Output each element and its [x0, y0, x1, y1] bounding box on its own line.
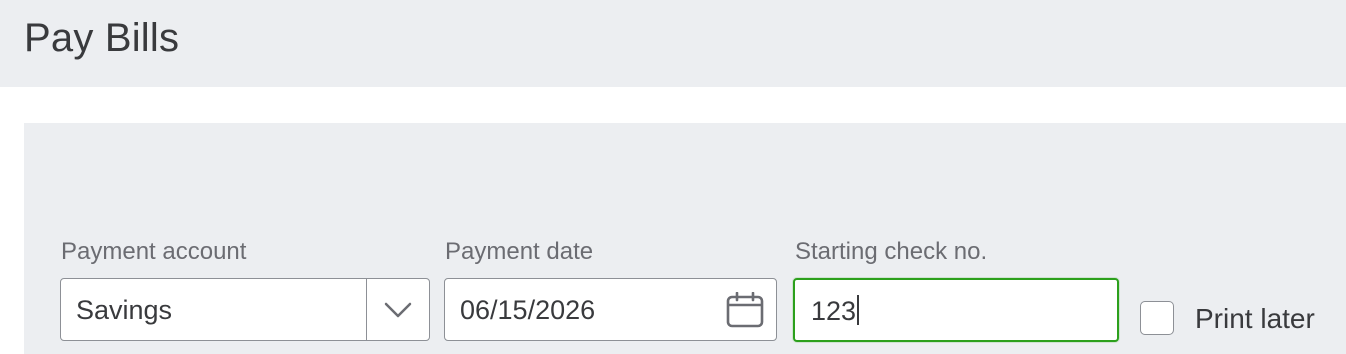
chevron-down-icon	[384, 302, 412, 317]
page-header: Pay Bills	[0, 0, 1346, 87]
starting-check-no-input[interactable]: 123	[793, 278, 1119, 342]
print-later-checkbox[interactable]	[1140, 301, 1174, 335]
payment-date-value: 06/15/2026	[460, 295, 596, 325]
payment-account-select[interactable]: Savings	[60, 278, 430, 341]
starting-check-no-value: 123	[811, 296, 857, 326]
payment-account-dropdown-button[interactable]	[366, 279, 429, 340]
payment-date-label: Payment date	[445, 238, 594, 265]
page-title: Pay Bills	[24, 16, 180, 60]
starting-check-no-label: Starting check no.	[795, 238, 988, 265]
print-later-label[interactable]: Print later	[1195, 303, 1315, 335]
starting-check-no-value-wrap: 123	[811, 295, 860, 327]
payment-account-label: Payment account	[61, 238, 247, 265]
payment-date-input[interactable]: 06/15/2026	[444, 278, 777, 341]
calendar-icon[interactable]	[726, 292, 764, 328]
text-caret	[857, 295, 860, 325]
payment-account-value: Savings	[76, 295, 173, 325]
